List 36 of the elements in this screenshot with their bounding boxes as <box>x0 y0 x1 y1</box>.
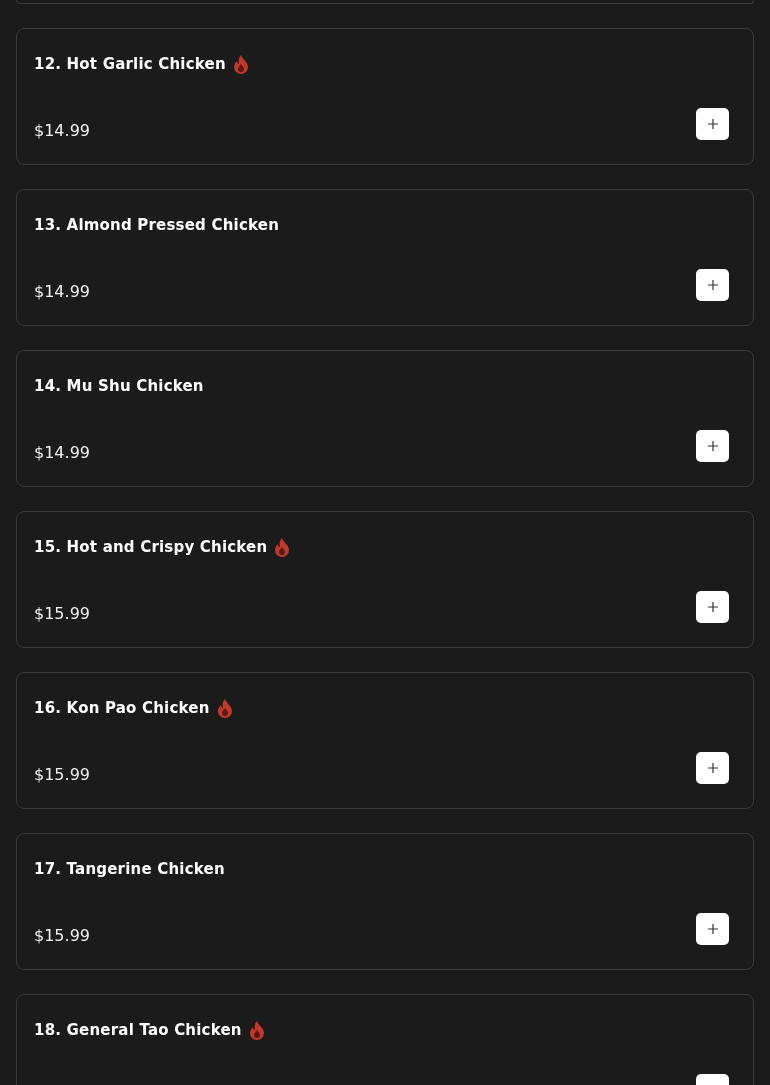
flame-icon <box>216 698 233 718</box>
item-name: 16. Kon Pao Chicken <box>34 699 210 717</box>
menu-item-card[interactable]: 13. Almond Pressed Chicken $14.99 <box>16 189 754 326</box>
plus-icon <box>707 280 718 290</box>
flame-icon <box>232 54 249 74</box>
menu-item-card[interactable]: 16. Kon Pao Chicken $15.99 <box>16 672 754 809</box>
item-name: 15. Hot and Crispy Chicken <box>34 538 268 556</box>
add-button[interactable] <box>696 752 729 784</box>
flame-icon <box>274 537 291 557</box>
item-name: 14. Mu Shu Chicken <box>34 377 204 395</box>
plus-icon <box>707 441 718 451</box>
flame-icon <box>248 1020 265 1040</box>
item-name: 18. General Tao Chicken <box>34 1021 242 1039</box>
menu-item-card[interactable]: 17. Tangerine Chicken $15.99 <box>16 833 754 970</box>
plus-icon <box>707 924 718 934</box>
add-button[interactable] <box>696 913 729 945</box>
item-price: $14.99 <box>34 283 90 301</box>
plus-icon <box>707 119 718 129</box>
item-name: 17. Tangerine Chicken <box>34 860 225 878</box>
add-button[interactable] <box>696 108 729 140</box>
item-price: $15.99 <box>34 766 90 784</box>
item-name: 12. Hot Garlic Chicken <box>34 55 226 73</box>
plus-icon <box>707 602 718 612</box>
menu-item-card[interactable]: 18. General Tao Chicken <box>16 994 754 1085</box>
item-name: 13. Almond Pressed Chicken <box>34 216 280 234</box>
add-button[interactable] <box>696 269 729 301</box>
menu-item-card[interactable]: 14. Mu Shu Chicken $14.99 <box>16 350 754 487</box>
menu-item-card[interactable]: 12. Hot Garlic Chicken $14.99 <box>16 28 754 165</box>
add-button[interactable] <box>696 430 729 462</box>
menu-item-card[interactable]: 15. Hot and Crispy Chicken $15.99 <box>16 511 754 648</box>
item-price: $15.99 <box>34 927 90 945</box>
item-price: $15.99 <box>34 605 90 623</box>
plus-icon <box>707 763 718 773</box>
item-price: $14.99 <box>34 444 90 462</box>
add-button[interactable] <box>696 591 729 623</box>
item-price: $14.99 <box>34 122 90 140</box>
